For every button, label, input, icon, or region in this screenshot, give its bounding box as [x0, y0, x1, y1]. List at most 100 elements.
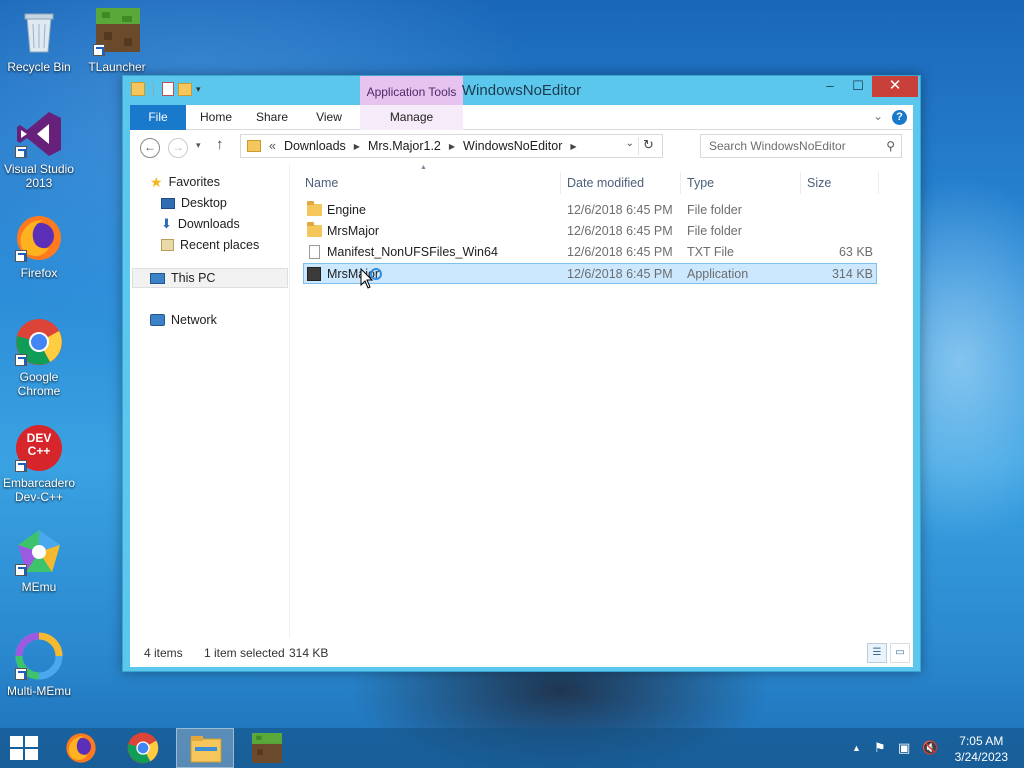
- title-bar[interactable]: ▾ Application Tools WindowsNoEditor – ☐ …: [123, 76, 920, 105]
- show-hidden-icons-button[interactable]: ▲: [852, 743, 861, 753]
- recent-locations-dropdown[interactable]: ▾: [196, 140, 201, 151]
- up-button[interactable]: ↑: [216, 136, 224, 153]
- multi-memu-icon: [15, 632, 63, 680]
- nav-this-pc[interactable]: This PC: [132, 268, 288, 288]
- breadcrumb-item[interactable]: Downloads: [284, 139, 346, 153]
- nav-item-downloads[interactable]: ⬇ Downloads: [161, 214, 240, 234]
- clock-date: 3/24/2023: [954, 750, 1008, 764]
- desktop-icon: [161, 197, 175, 209]
- tab-manage[interactable]: Manage: [360, 105, 463, 130]
- folder-icon: [307, 222, 322, 237]
- taskbar-firefox[interactable]: [52, 728, 110, 768]
- address-bar[interactable]: « Downloads ▶ Mrs.Major1.2 ▶ WindowsNoEd…: [240, 134, 663, 158]
- desktop-icon-label: Multi-MEmu: [6, 684, 71, 698]
- chevron-right-icon[interactable]: ▶: [354, 142, 360, 151]
- status-item-count: 4 items: [144, 646, 183, 660]
- shortcut-arrow-icon: [15, 354, 27, 366]
- breadcrumb-item[interactable]: WindowsNoEditor: [463, 139, 562, 153]
- recycle-bin-icon: [15, 8, 63, 56]
- taskbar-chrome[interactable]: [114, 728, 172, 768]
- status-selection: 1 item selected: [204, 646, 285, 660]
- folder-icon: [307, 201, 322, 216]
- column-header-type[interactable]: Type: [681, 172, 801, 194]
- nav-network[interactable]: Network: [150, 310, 217, 330]
- nav-label: Recent places: [180, 238, 260, 252]
- file-date: 12/6/2018 6:45 PM: [567, 203, 673, 217]
- help-icon[interactable]: ?: [892, 110, 907, 125]
- tab-file[interactable]: File: [130, 105, 186, 130]
- taskbar-tlauncher[interactable]: [238, 728, 296, 768]
- chevron-down-icon[interactable]: ⌄: [873, 109, 883, 123]
- chevron-right-icon[interactable]: ▶: [570, 142, 576, 151]
- file-date: 12/6/2018 6:45 PM: [567, 267, 673, 281]
- large-icons-view-button[interactable]: ▭: [890, 643, 910, 663]
- nav-label: This PC: [171, 271, 216, 285]
- file-row[interactable]: Engine 12/6/2018 6:45 PM File folder: [303, 200, 877, 221]
- start-button[interactable]: [10, 736, 40, 760]
- nav-label: Downloads: [177, 217, 240, 231]
- refresh-button[interactable]: ↻: [638, 137, 658, 155]
- clock[interactable]: 7:05 AM 3/24/2023: [955, 733, 1008, 765]
- sort-ascending-icon: ▲: [420, 164, 427, 171]
- tab-home[interactable]: Home: [194, 105, 238, 130]
- desktop-icon-recycle-bin[interactable]: Recycle Bin: [0, 8, 78, 74]
- maximize-button[interactable]: ☐: [844, 76, 872, 97]
- mouse-pointer-icon: [360, 268, 382, 289]
- explorer-window: ▾ Application Tools WindowsNoEditor – ☐ …: [122, 75, 921, 672]
- tab-view[interactable]: View: [307, 105, 351, 130]
- network-icon: [150, 314, 165, 326]
- desktop-icon-multi-memu[interactable]: Multi-MEmu: [0, 632, 78, 698]
- minimize-button[interactable]: –: [816, 76, 844, 97]
- nav-favorites[interactable]: ★ Favorites: [150, 172, 220, 192]
- nav-item-desktop[interactable]: Desktop: [161, 193, 227, 213]
- breadcrumb-overflow[interactable]: «: [269, 139, 276, 153]
- file-row[interactable]: MrsMajor 12/6/2018 6:45 PM File folder: [303, 221, 877, 242]
- file-name: Engine: [327, 203, 366, 217]
- desktop-icon-firefox[interactable]: Firefox: [0, 214, 78, 280]
- visual-studio-icon: [15, 110, 63, 158]
- forward-button[interactable]: →: [168, 138, 188, 158]
- chevron-right-icon[interactable]: ▶: [449, 142, 455, 151]
- desktop-icon-label: Recycle Bin: [7, 60, 71, 74]
- column-header-name[interactable]: Name: [299, 172, 561, 194]
- search-input[interactable]: [709, 139, 879, 153]
- file-name: Manifest_NonUFSFiles_Win64: [327, 245, 498, 259]
- file-type: TXT File: [687, 245, 734, 259]
- taskbar: ▲ ⚑ ▣ 🔇 7:05 AM 3/24/2023: [0, 728, 1024, 768]
- desktop-icon-label: Firefox: [20, 266, 58, 280]
- tab-share[interactable]: Share: [250, 105, 294, 130]
- action-center-flag-icon[interactable]: ⚑: [874, 740, 886, 756]
- computer-icon: [150, 272, 165, 284]
- address-dropdown-icon[interactable]: ⌄: [626, 138, 634, 149]
- file-size: 63 KB: [838, 245, 873, 259]
- details-view-button[interactable]: ☰: [867, 643, 887, 663]
- dev-cpp-logo-text: DEV C++: [26, 431, 52, 458]
- file-row-selected[interactable]: MrsMajor 12/6/2018 6:45 PM Application 3…: [303, 263, 877, 284]
- navigation-bar: ← → ▾ ↑ « Downloads ▶ Mrs.Major1.2 ▶ Win…: [130, 130, 913, 164]
- back-button[interactable]: ←: [140, 138, 160, 158]
- dev-cpp-icon: DEV C++: [15, 424, 63, 472]
- window-title: WindowsNoEditor: [461, 82, 582, 99]
- shortcut-arrow-icon: [15, 668, 27, 680]
- shortcut-arrow-icon: [93, 44, 105, 56]
- breadcrumb-item[interactable]: Mrs.Major1.2: [368, 139, 441, 153]
- network-icon[interactable]: ▣: [898, 740, 910, 756]
- column-header-date-modified[interactable]: Date modified: [561, 172, 681, 194]
- file-list: ▲ Name Date modified Type Size Engine 12…: [291, 164, 913, 638]
- volume-muted-icon[interactable]: 🔇: [922, 740, 938, 756]
- desktop-icon-visual-studio[interactable]: Visual Studio 2013: [0, 110, 78, 190]
- desktop-icon-dev-cpp[interactable]: DEV C++ Embarcadero Dev-C++: [0, 424, 78, 504]
- desktop-icon-label: Embarcadero Dev-C++: [2, 476, 76, 504]
- close-button[interactable]: ✕: [872, 76, 918, 97]
- file-size: 314 KB: [831, 267, 873, 281]
- file-type: Application: [687, 267, 749, 281]
- desktop-icon-tlauncher[interactable]: TLauncher: [78, 8, 156, 74]
- desktop-icon-memu[interactable]: MEmu: [0, 528, 78, 594]
- file-row[interactable]: Manifest_NonUFSFiles_Win64 12/6/2018 6:4…: [303, 242, 877, 263]
- search-box[interactable]: ⚲: [700, 134, 902, 158]
- search-icon[interactable]: ⚲: [886, 139, 895, 153]
- desktop-icon-google-chrome[interactable]: Google Chrome: [0, 318, 78, 398]
- nav-item-recent-places[interactable]: Recent places: [161, 235, 259, 255]
- column-header-size[interactable]: Size: [801, 172, 879, 194]
- taskbar-file-explorer[interactable]: [176, 728, 234, 768]
